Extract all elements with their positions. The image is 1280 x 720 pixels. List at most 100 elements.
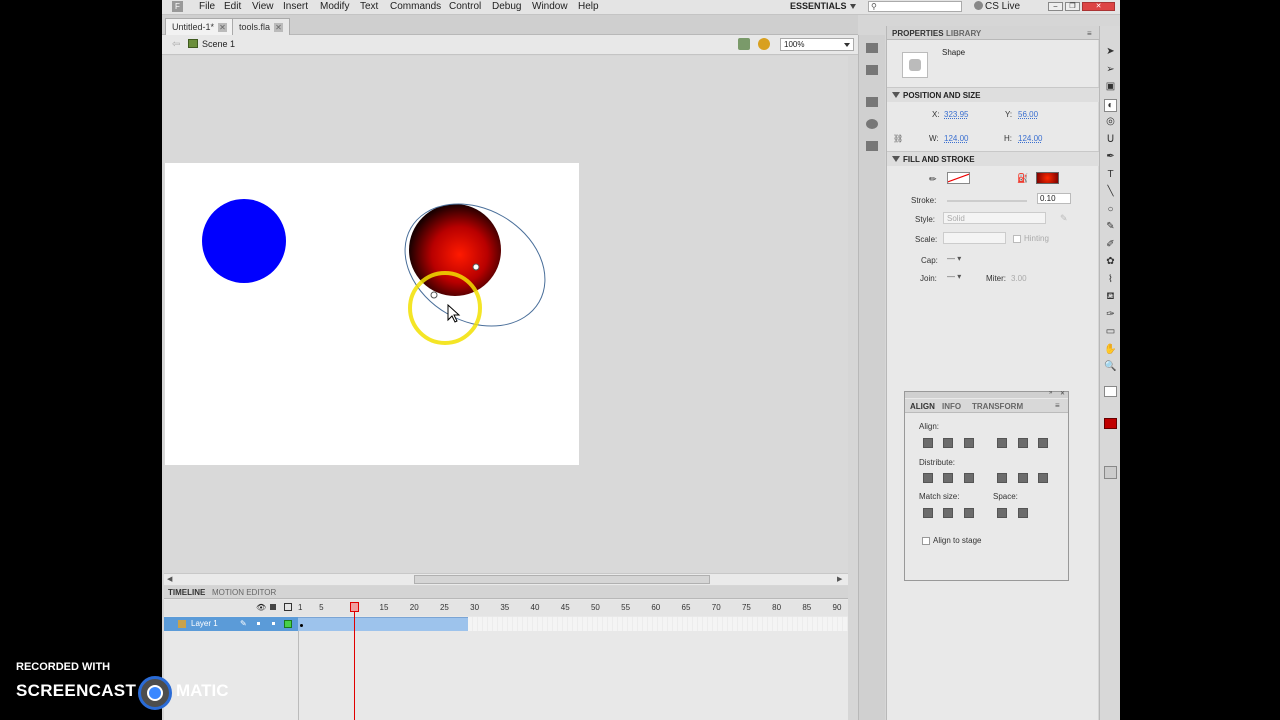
align-button-4-icon[interactable] (997, 438, 1007, 448)
tab-timeline[interactable]: TIMELINE (168, 588, 205, 597)
x-value[interactable]: 323.95 (944, 110, 968, 119)
stage-canvas[interactable] (165, 163, 579, 465)
tab-info[interactable]: INFO (942, 402, 961, 411)
align-to-stage-checkbox[interactable] (922, 537, 930, 545)
stroke-style-select[interactable]: Solid (943, 212, 1046, 224)
distribute-button-5-icon[interactable] (1018, 473, 1028, 483)
menu-window[interactable]: Window (532, 1, 568, 12)
horizontal-scroll-thumb[interactable] (414, 575, 710, 584)
stroke-color-swatch[interactable] (947, 172, 970, 184)
deco-tool-icon[interactable]: ✿ (1104, 256, 1117, 267)
pen-tool-icon[interactable]: ✒ (1104, 151, 1117, 162)
text-tool-icon[interactable]: T (1104, 169, 1117, 180)
info-panel-icon[interactable] (866, 119, 878, 129)
fill-color-swatch[interactable] (1036, 172, 1059, 184)
align-button-1-icon[interactable] (923, 438, 933, 448)
stroke-width-input[interactable]: 0.10 (1037, 193, 1071, 204)
menu-view[interactable]: View (252, 1, 274, 12)
playhead-handle[interactable] (350, 602, 359, 612)
edit-symbols-icon[interactable] (758, 38, 770, 50)
y-value[interactable]: 56.00 (1018, 110, 1038, 119)
cs-live-button[interactable]: CS Live (985, 1, 1020, 12)
match-space-button-1-icon[interactable] (923, 508, 933, 518)
menu-control[interactable]: Control (449, 1, 481, 12)
menu-edit[interactable]: Edit (224, 1, 241, 12)
w-value[interactable]: 124.00 (944, 134, 968, 143)
search-input[interactable]: ⚲ (868, 1, 962, 12)
pencil-tool-icon[interactable]: ✎ (1104, 221, 1117, 232)
subselection-tool-icon[interactable]: ➢ (1104, 64, 1117, 75)
menu-text[interactable]: Text (360, 1, 378, 12)
match-space-button-4-icon[interactable] (997, 508, 1007, 518)
zoom-tool-icon[interactable]: 🔍 (1104, 361, 1117, 372)
scale-select[interactable] (943, 232, 1006, 244)
gradient-focal-handle[interactable] (472, 263, 480, 271)
menu-commands[interactable]: Commands (390, 1, 441, 12)
eraser-tool-icon[interactable]: ▭ (1104, 326, 1117, 337)
panel-grip[interactable]: » ✕ (905, 390, 1068, 398)
panel-menu-icon[interactable]: ≡ (1087, 29, 1092, 38)
line-tool-icon[interactable]: ╲ (1104, 186, 1117, 197)
menu-modify[interactable]: Modify (320, 1, 349, 12)
color-panel-icon[interactable] (866, 43, 878, 53)
h-value[interactable]: 124.00 (1018, 134, 1042, 143)
snap-magnet-icon[interactable] (1104, 466, 1117, 479)
close-icon[interactable]: ✕ (218, 23, 228, 32)
3d-rotation-tool-icon[interactable]: ◎ (1104, 116, 1117, 127)
tab-properties[interactable]: PROPERTIES (892, 29, 944, 38)
workspace-dropdown-icon[interactable] (850, 4, 856, 9)
tab-transform[interactable]: TRANSFORM (972, 402, 1023, 411)
fill-color-tool-swatch[interactable] (1104, 418, 1117, 429)
swatches-panel-icon[interactable] (866, 65, 878, 75)
tab-align[interactable]: ALIGN (910, 402, 935, 411)
workspace-switcher[interactable]: ESSENTIALS (790, 1, 847, 11)
edit-stroke-style-icon[interactable]: ✎ (1060, 213, 1068, 224)
eyedropper-tool-icon[interactable]: ✑ (1104, 309, 1117, 320)
cap-select[interactable]: — ▾ (947, 254, 961, 263)
close-icon[interactable]: ✕ (274, 23, 284, 32)
align-button-2-icon[interactable] (943, 438, 953, 448)
position-size-header[interactable]: POSITION AND SIZE (887, 87, 1099, 102)
free-transform-tool-icon[interactable]: ▣ (1104, 81, 1117, 92)
lasso-tool-icon[interactable]: ᑌ (1104, 134, 1117, 145)
stroke-color-tool-swatch[interactable] (1104, 386, 1117, 397)
back-arrow-icon[interactable]: ⇦ (172, 39, 180, 50)
outline-color-swatch[interactable] (284, 620, 292, 628)
playhead-line[interactable] (354, 602, 355, 720)
stage[interactable] (165, 163, 579, 465)
distribute-button-6-icon[interactable] (1038, 473, 1048, 483)
gradient-handle[interactable] (430, 291, 438, 299)
match-space-button-3-icon[interactable] (964, 508, 974, 518)
close-button[interactable]: ✕ (1082, 2, 1115, 11)
menu-debug[interactable]: Debug (492, 1, 521, 12)
selection-tool-icon[interactable]: ➤ (1104, 46, 1117, 57)
bone-tool-icon[interactable]: ⌇ (1104, 274, 1117, 285)
minimize-button[interactable]: – (1048, 2, 1063, 11)
distribute-button-3-icon[interactable] (964, 473, 974, 483)
visibility-dot[interactable] (257, 622, 260, 625)
stroke-slider[interactable] (947, 200, 1027, 202)
edit-scene-icon[interactable] (738, 38, 750, 50)
frame-ruler[interactable]: 👁 151015202530354045505560657075808590 (164, 600, 848, 616)
layer-row[interactable]: Layer 1 ✎ (164, 617, 298, 631)
miter-value[interactable]: 3.00 (1011, 274, 1027, 283)
paint-bucket-tool-icon[interactable]: ⛾ (1104, 291, 1117, 304)
align-button-6-icon[interactable] (1038, 438, 1048, 448)
brush-tool-icon[interactable]: ✐ (1104, 239, 1117, 250)
distribute-button-1-icon[interactable] (923, 473, 933, 483)
doc-tab-untitled[interactable]: Untitled-1* ✕ (165, 18, 235, 35)
fill-stroke-header[interactable]: FILL AND STROKE (887, 151, 1099, 166)
match-space-button-2-icon[interactable] (943, 508, 953, 518)
menu-insert[interactable]: Insert (283, 1, 308, 12)
transform-panel-icon[interactable] (866, 141, 878, 151)
join-select[interactable]: — ▾ (947, 272, 961, 281)
menu-help[interactable]: Help (578, 1, 599, 12)
hand-tool-icon[interactable]: ✋ (1104, 344, 1117, 355)
panel-menu-icon[interactable]: ≡ (1055, 401, 1060, 410)
empty-frames[interactable] (468, 617, 848, 631)
distribute-button-2-icon[interactable] (943, 473, 953, 483)
match-space-button-5-icon[interactable] (1018, 508, 1028, 518)
align-button-3-icon[interactable] (964, 438, 974, 448)
close-icon[interactable]: ✕ (1060, 390, 1065, 397)
blue-circle[interactable] (202, 199, 286, 283)
